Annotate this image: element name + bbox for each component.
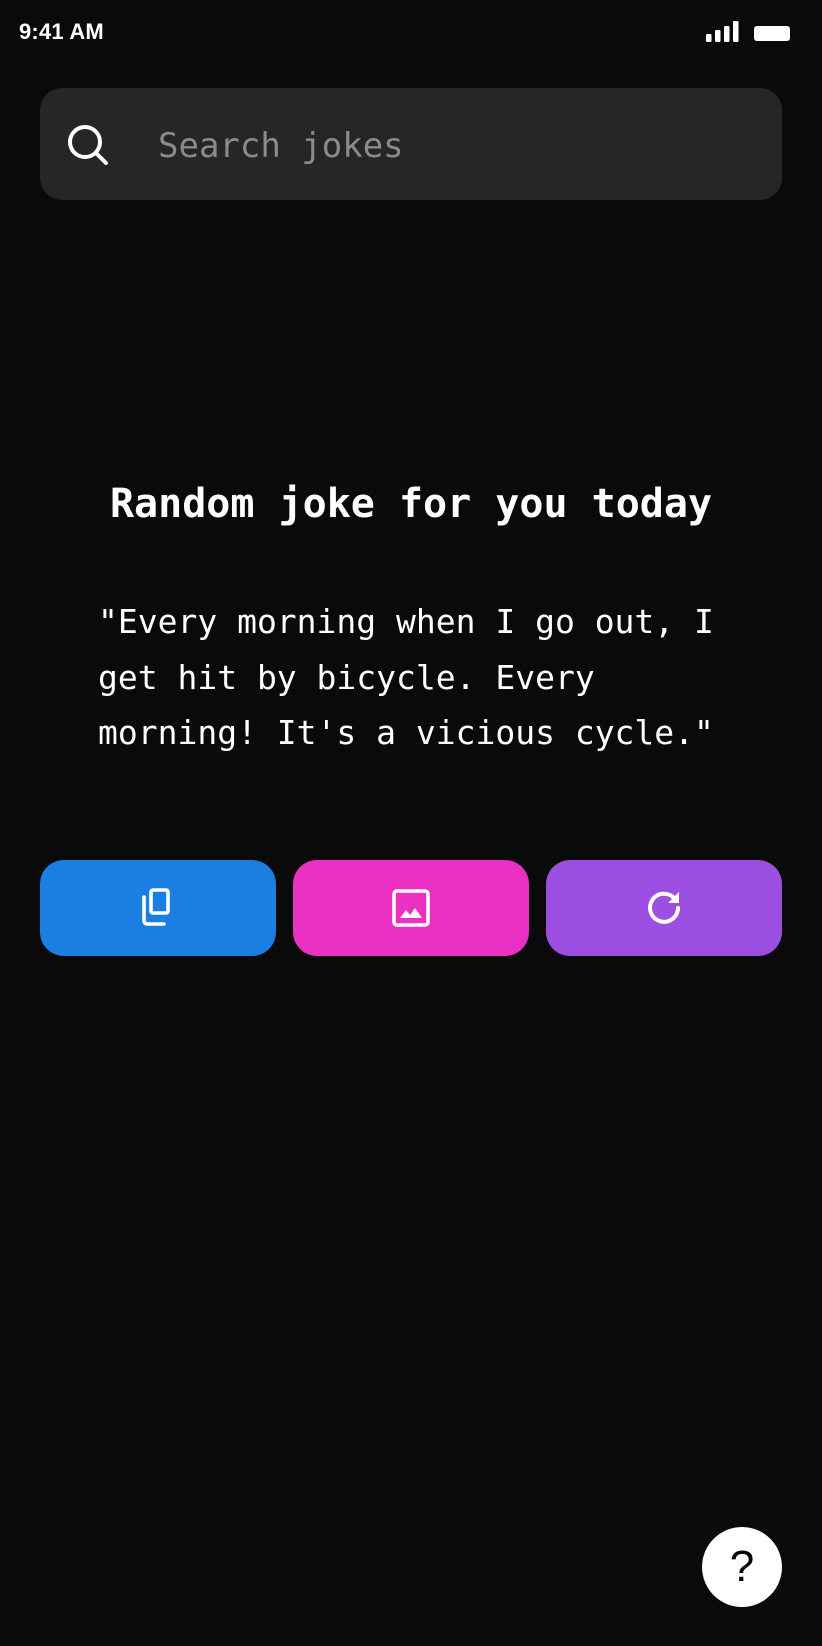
copy-button[interactable] <box>40 860 276 956</box>
refresh-button[interactable] <box>546 860 782 956</box>
status-bar: 9:41 AM <box>0 0 822 66</box>
search-input[interactable] <box>158 118 748 174</box>
joke-text: "Every morning when I go out, I get hit … <box>98 602 714 752</box>
copy-icon <box>142 888 170 926</box>
status-time: 9:41 AM <box>19 19 104 44</box>
battery-icon <box>754 26 790 41</box>
image-icon <box>392 889 430 927</box>
search-icon <box>68 125 108 165</box>
joke-title: Random joke for you today <box>109 481 713 527</box>
image-button[interactable] <box>293 860 529 956</box>
refresh-icon <box>648 891 680 924</box>
help-button[interactable]: ? <box>702 1527 782 1607</box>
signal-icon <box>706 21 739 42</box>
